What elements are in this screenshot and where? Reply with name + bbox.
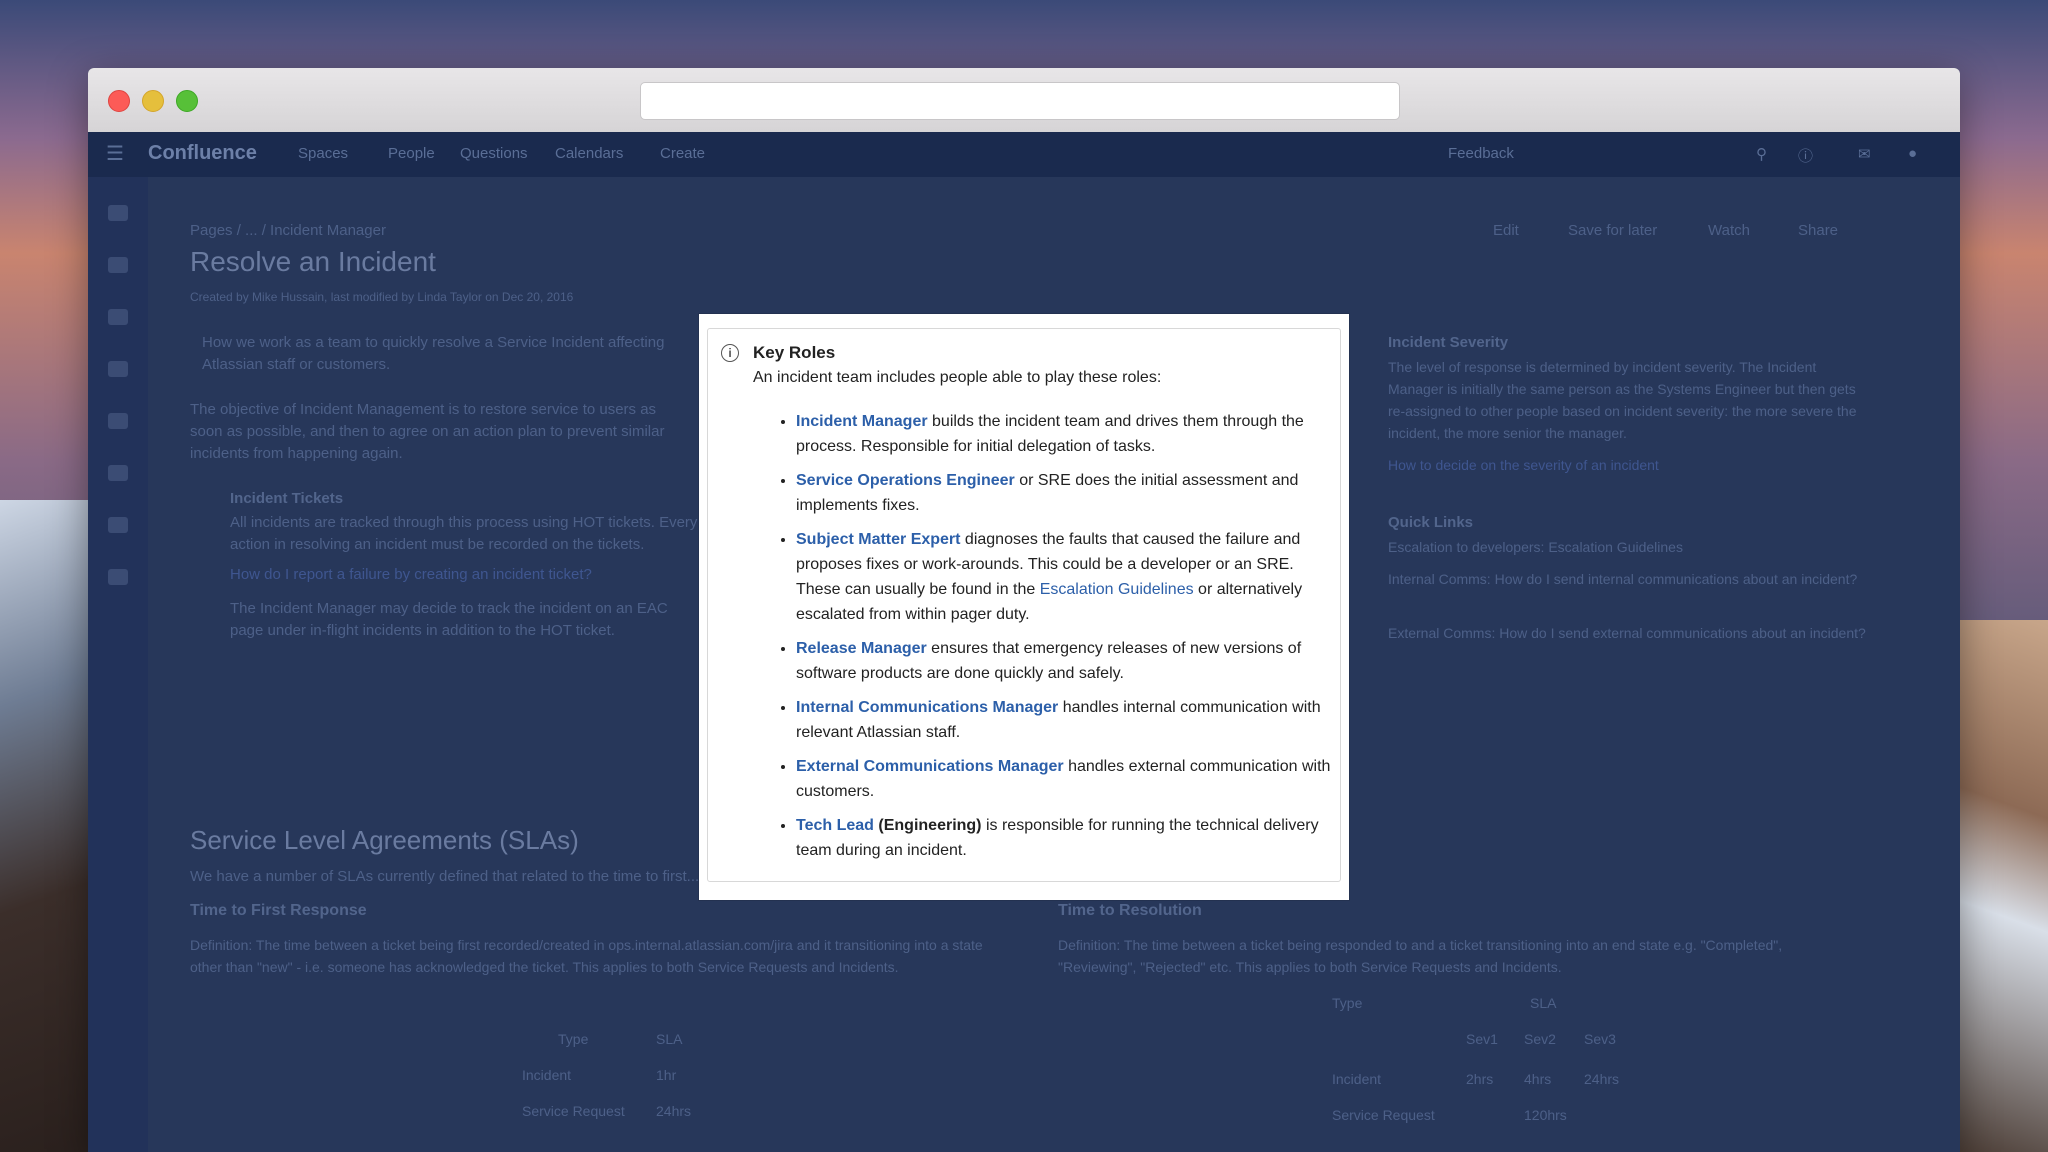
ttr-row-service-request-sla: 120hrs xyxy=(1524,1107,1567,1123)
nav-spaces[interactable]: Spaces xyxy=(298,145,348,162)
severity-text: The level of response is determined by i… xyxy=(1388,359,1857,441)
feedback-link[interactable]: Feedback xyxy=(1448,145,1514,162)
info-panel: i Key Roles An incident team includes pe… xyxy=(707,328,1341,882)
close-window-button[interactable] xyxy=(108,90,130,112)
nav-calendars[interactable]: Calendars xyxy=(555,145,623,162)
list-item: External Communications Manager handles … xyxy=(796,754,1331,804)
tickets-note: The Incident Manager may decide to track… xyxy=(230,600,668,639)
title-bar xyxy=(88,68,1960,133)
severity-link[interactable]: How to decide on the severity of an inci… xyxy=(1388,454,1659,476)
list-item: Subject Matter Expert diagnoses the faul… xyxy=(796,527,1331,627)
breadcrumb[interactable]: Pages / ... / Incident Manager xyxy=(190,220,386,242)
list-item: Release Manager ensures that emergency r… xyxy=(796,636,1331,686)
list-item: Tech Lead (Engineering) is responsible f… xyxy=(796,813,1331,863)
role-link-tech-lead[interactable]: Tech Lead xyxy=(796,817,874,834)
page-byline: Created by Mike Hussain, last modified b… xyxy=(190,290,574,304)
space-sidebar xyxy=(88,177,148,1152)
top-navigation: ☰ Confluence Spaces People Questions Cal… xyxy=(88,132,1960,177)
role-link-release-manager[interactable]: Release Manager xyxy=(796,640,927,657)
ttr-table-sla-header: SLA xyxy=(1530,995,1557,1011)
tfr-heading: Time to First Response xyxy=(190,902,367,919)
quicklinks-heading: Quick Links xyxy=(1388,514,1474,531)
ttr-table-sev3: Sev3 xyxy=(1584,1031,1616,1047)
role-link-service-operations-engineer[interactable]: Service Operations Engineer xyxy=(796,472,1015,489)
shortcuts-icon[interactable] xyxy=(108,517,128,533)
nav-questions[interactable]: Questions xyxy=(460,145,528,162)
nav-people[interactable]: People xyxy=(388,145,435,162)
notifications-icon[interactable]: ✉ xyxy=(1858,145,1871,163)
quicklinks-escalation[interactable]: Escalation to developers: Escalation Gui… xyxy=(1388,536,1868,558)
role-link-internal-communications-manager[interactable]: Internal Communications Manager xyxy=(796,699,1058,716)
settings-icon[interactable] xyxy=(108,569,128,585)
ttr-heading: Time to Resolution xyxy=(1058,902,1202,919)
tfr-row-service-request-sla: 24hrs xyxy=(656,1103,692,1119)
list-item: Service Operations Engineer or SRE does … xyxy=(796,468,1331,518)
lightbulb-icon[interactable] xyxy=(108,205,128,221)
panel-intro: An incident team includes people able to… xyxy=(753,369,1162,386)
ttr-table-sev2: Sev2 xyxy=(1524,1031,1556,1047)
info-icon: i xyxy=(721,344,739,362)
tfr-row-incident-sla: 1hr xyxy=(656,1067,677,1083)
panel-title: Key Roles xyxy=(753,343,836,362)
quicklinks-external[interactable]: External Comms: How do I send external c… xyxy=(1388,622,1868,644)
blog-icon[interactable] xyxy=(108,309,128,325)
ttr-row-incident: Incident xyxy=(1332,1071,1382,1087)
quicklinks-internal[interactable]: Internal Comms: How do I send internal c… xyxy=(1388,568,1868,590)
ttr-row-incident-sev3: 24hrs xyxy=(1584,1071,1620,1087)
desktop-mountain-right xyxy=(1948,620,2048,1152)
ttr-row-incident-sev2: 4hrs xyxy=(1524,1071,1552,1087)
ttr-table-type-header: Type xyxy=(1332,995,1363,1011)
role-link-external-communications-manager[interactable]: External Communications Manager xyxy=(796,758,1064,775)
questions-icon[interactable] xyxy=(108,361,128,377)
ttr-definition: Definition: The time between a ticket be… xyxy=(1058,937,1783,975)
objective-text: The objective of Incident Management is … xyxy=(190,401,665,462)
tickets-heading: Incident Tickets xyxy=(230,490,344,507)
edit-button[interactable]: Edit xyxy=(1493,220,1519,242)
role-qualifier: (Engineering) xyxy=(873,817,982,834)
severity-heading: Incident Severity xyxy=(1388,334,1509,351)
escalation-guidelines-link[interactable]: Escalation Guidelines xyxy=(1040,581,1194,598)
ttr-row-incident-sev1: 2hrs xyxy=(1466,1071,1494,1087)
tfr-row-service-request: Service Request xyxy=(522,1103,625,1119)
watch-button[interactable]: Watch xyxy=(1708,220,1750,242)
ttr-row-service-request: Service Request xyxy=(1332,1107,1435,1123)
list-item: Incident Manager builds the incident tea… xyxy=(796,409,1331,459)
pages-icon[interactable] xyxy=(108,257,128,273)
roles-list: Incident Manager builds the incident tea… xyxy=(766,409,1331,872)
save-for-later-button[interactable]: Save for later xyxy=(1568,220,1657,242)
tfr-table-type-header: Type xyxy=(558,1031,589,1047)
tfr-row-incident: Incident xyxy=(522,1067,572,1083)
help-icon[interactable]: ⓘ xyxy=(1798,145,1813,166)
address-bar[interactable] xyxy=(640,82,1400,120)
tickets-link[interactable]: How do I report a failure by creating an… xyxy=(230,564,592,586)
list-item: Internal Communications Manager handles … xyxy=(796,695,1331,745)
menu-icon[interactable]: ☰ xyxy=(106,141,124,166)
share-button[interactable]: Share xyxy=(1798,220,1838,242)
page-title: Resolve an Incident xyxy=(190,246,436,277)
ttr-table-sev1: Sev1 xyxy=(1466,1031,1498,1047)
role-link-incident-manager[interactable]: Incident Manager xyxy=(796,413,928,430)
page-intro: How we work as a team to quickly resolve… xyxy=(202,334,665,373)
minimize-window-button[interactable] xyxy=(142,90,164,112)
space-icon[interactable] xyxy=(108,465,128,481)
zoom-window-button[interactable] xyxy=(176,90,198,112)
search-icon[interactable]: ⚲ xyxy=(1756,145,1767,163)
role-link-subject-matter-expert[interactable]: Subject Matter Expert xyxy=(796,531,960,548)
key-roles-dialog[interactable]: i Key Roles An incident team includes pe… xyxy=(699,314,1349,900)
avatar[interactable]: ● xyxy=(1908,145,1917,162)
tfr-table-sla-header: SLA xyxy=(656,1031,683,1047)
sla-heading: Service Level Agreements (SLAs) xyxy=(190,825,579,855)
tfr-definition: Definition: The time between a ticket be… xyxy=(190,937,983,975)
calendar-icon[interactable] xyxy=(108,413,128,429)
create-button[interactable]: Create xyxy=(660,145,705,162)
confluence-logo[interactable]: Confluence xyxy=(148,142,257,165)
tickets-text: All incidents are tracked through this p… xyxy=(230,514,698,553)
